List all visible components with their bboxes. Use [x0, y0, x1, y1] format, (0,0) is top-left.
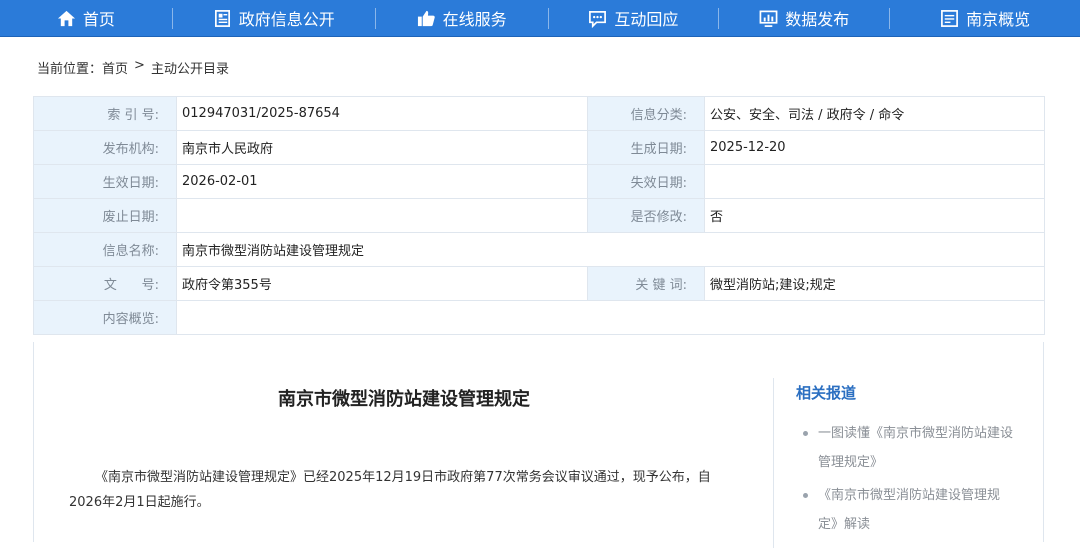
summary-value: [176, 300, 1045, 335]
abolish-date-label: 废止日期:: [33, 198, 177, 233]
breadcrumb-current[interactable]: 主动公开目录: [151, 58, 229, 77]
nav-label: 在线服务: [442, 10, 507, 29]
document-title: 南京市微型消防站建设管理规定: [278, 389, 530, 410]
meta-row: 废止日期: 是否修改: 否: [33, 198, 1045, 233]
breadcrumb-separator: >: [134, 58, 145, 73]
breadcrumb-home-link[interactable]: 首页: [102, 58, 128, 77]
chat-icon: [589, 10, 607, 28]
chart-icon: [759, 10, 778, 27]
nav-label: 政府信息公开: [238, 10, 335, 29]
nav-item-interaction[interactable]: 互动回应: [549, 0, 719, 37]
index-number-value: 012947031/2025-87654: [176, 96, 588, 131]
category-label: 信息分类:: [587, 96, 705, 131]
related-reports-title: 相关报道: [796, 384, 857, 402]
top-nav: 首页 政府信息公开 在线服务 互动回应 数据发布 南京概览: [0, 0, 1080, 37]
document-icon: [214, 9, 230, 27]
info-name-value: 南京市微型消防站建设管理规定: [176, 232, 1045, 267]
related-report-link[interactable]: 《南京市微型消防站建设管理规定》解读: [800, 481, 1015, 539]
expire-date-value: [704, 164, 1045, 199]
info-meta-table: 索 引 号: 012947031/2025-87654 信息分类: 公安、安全、…: [33, 96, 1045, 335]
thumbs-up-icon: [417, 10, 435, 26]
breadcrumb-prefix: 当前位置：: [37, 62, 103, 77]
modified-label: 是否修改:: [587, 198, 705, 233]
breadcrumb: 当前位置： 首页 > 主动公开目录: [37, 58, 229, 77]
article-content: 南京市微型消防站建设管理规定 《南京市微型消防站建设管理规定》已经2025年12…: [33, 342, 1044, 548]
related-reports-list: 一图读懂《南京市微型消防站建设管理规定》 《南京市微型消防站建设管理规定》解读: [800, 419, 1015, 543]
meta-row: 索 引 号: 012947031/2025-87654 信息分类: 公安、安全、…: [33, 96, 1045, 131]
nav-item-home[interactable]: 首页: [0, 0, 172, 37]
meta-row: 文 号: 政府令第355号 关 键 词: 微型消防站;建设;规定: [33, 266, 1045, 301]
document-number-label: 文 号:: [33, 266, 177, 301]
meta-row: 生效日期: 2026-02-01 失效日期:: [33, 164, 1045, 199]
nav-item-data-release[interactable]: 数据发布: [719, 0, 889, 37]
nav-label: 互动回应: [614, 10, 679, 29]
nav-label: 南京概览: [966, 10, 1031, 29]
nav-item-online-service[interactable]: 在线服务: [376, 0, 548, 37]
summary-label: 内容概览:: [33, 300, 177, 335]
modified-value: 否: [704, 198, 1045, 233]
keywords-value: 微型消防站;建设;规定: [704, 266, 1045, 301]
document-number-value: 政府令第355号: [176, 266, 588, 301]
info-name-label: 信息名称:: [33, 232, 177, 267]
overview-icon: [941, 9, 959, 27]
meta-row: 信息名称: 南京市微型消防站建设管理规定: [33, 232, 1045, 267]
created-date-label: 生成日期:: [587, 130, 705, 165]
abolish-date-value: [176, 198, 588, 233]
index-number-label: 索 引 号:: [33, 96, 177, 131]
publisher-label: 发布机构:: [33, 130, 177, 165]
meta-row: 发布机构: 南京市人民政府 生成日期: 2025-12-20: [33, 130, 1045, 165]
expire-date-label: 失效日期:: [587, 164, 705, 199]
related-report-link[interactable]: 一图读懂《南京市微型消防站建设管理规定》: [800, 419, 1015, 477]
nav-label: 首页: [82, 10, 115, 29]
nav-item-gov-info[interactable]: 政府信息公开: [173, 0, 375, 37]
content-divider: [773, 378, 774, 548]
created-date-value: 2025-12-20: [704, 130, 1045, 165]
meta-row: 内容概览:: [33, 300, 1045, 335]
document-body: 《南京市微型消防站建设管理规定》已经2025年12月19日市政府第77次常务会议…: [69, 470, 711, 510]
home-icon: [57, 10, 75, 26]
effective-date-value: 2026-02-01: [176, 164, 588, 199]
nav-item-nanjing-overview[interactable]: 南京概览: [890, 0, 1080, 37]
effective-date-label: 生效日期:: [33, 164, 177, 199]
keywords-label: 关 键 词:: [587, 266, 705, 301]
nav-label: 数据发布: [785, 10, 850, 29]
publisher-value: 南京市人民政府: [176, 130, 588, 165]
category-value: 公安、安全、司法 / 政府令 / 命令: [704, 96, 1045, 131]
